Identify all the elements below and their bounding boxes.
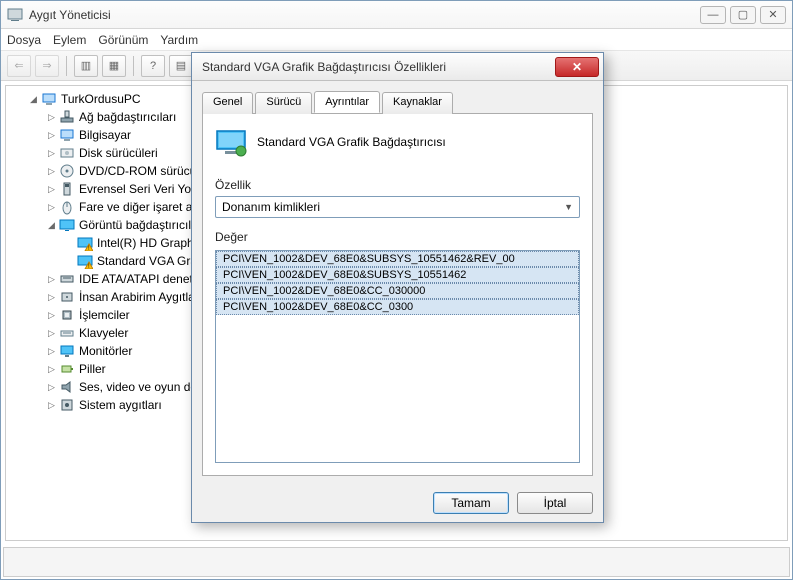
tree-root-label: TurkOrdusuPC — [61, 92, 141, 106]
network-icon — [59, 109, 75, 125]
device-name: Standard VGA Grafik Bağdaştırıcısı — [257, 135, 446, 149]
list-item[interactable]: PCI\VEN_1002&DEV_68E0&SUBSYS_10551462&RE… — [216, 251, 579, 267]
menu-action[interactable]: Eylem — [53, 33, 86, 47]
expand-icon[interactable]: ▷ — [46, 292, 57, 303]
dialog-button-row: Tamam İptal — [192, 484, 603, 522]
tabstrip: Genel Sürücü Ayrıntılar Kaynaklar — [202, 91, 593, 113]
menu-help[interactable]: Yardım — [160, 33, 198, 47]
mouse-icon — [59, 199, 75, 215]
expand-icon[interactable]: ▷ — [46, 202, 57, 213]
cancel-button[interactable]: İptal — [517, 492, 593, 514]
ok-button[interactable]: Tamam — [433, 492, 509, 514]
tree-category-label: İnsan Arabirim Aygıtları — [79, 290, 202, 304]
ide-icon — [59, 271, 75, 287]
value-label: Değer — [215, 230, 580, 244]
tree-category-label: Sistem aygıtları — [79, 398, 162, 412]
tab-details[interactable]: Ayrıntılar — [314, 91, 380, 113]
statusbar — [3, 547, 790, 577]
collapse-icon[interactable]: ◢ — [28, 94, 39, 105]
monitor-icon — [59, 343, 75, 359]
window-title: Aygıt Yöneticisi — [29, 8, 700, 22]
tree-category-label: Görüntü bağdaştırıcıları — [79, 218, 205, 232]
display-adapter-warn-icon: ! — [77, 235, 93, 251]
tab-driver[interactable]: Sürücü — [255, 92, 312, 114]
close-button[interactable]: ✕ — [760, 6, 786, 24]
tree-category-label: Bilgisayar — [79, 128, 131, 142]
tree-category-label: Disk sürücüleri — [79, 146, 158, 160]
value-listbox[interactable]: PCI\VEN_1002&DEV_68E0&SUBSYS_10551462&RE… — [215, 250, 580, 463]
titlebar: Aygıt Yöneticisi — ▢ ✕ — [1, 1, 792, 29]
device-header: Standard VGA Grafik Bağdaştırıcısı — [215, 126, 580, 158]
tab-resources[interactable]: Kaynaklar — [382, 92, 453, 114]
hid-icon — [59, 289, 75, 305]
show-hide-tree-button[interactable]: ▥ — [74, 55, 98, 77]
sound-icon — [59, 379, 75, 395]
collapse-icon[interactable]: ◢ — [46, 220, 57, 231]
expand-icon[interactable]: ▷ — [46, 112, 57, 123]
tree-category-label: İşlemciler — [79, 308, 130, 322]
tab-panel-details: Standard VGA Grafik Bağdaştırıcısı Özell… — [202, 113, 593, 476]
properties-button[interactable]: ▦ — [102, 55, 126, 77]
expand-icon[interactable]: ▷ — [46, 130, 57, 141]
dialog-close-button[interactable]: ✕ — [555, 57, 599, 77]
menu-view[interactable]: Görünüm — [98, 33, 148, 47]
computer-icon — [41, 91, 57, 107]
back-button: ⇐ — [7, 55, 31, 77]
minimize-button[interactable]: — — [700, 6, 726, 24]
property-label: Özellik — [215, 178, 580, 192]
expand-icon[interactable]: ▷ — [46, 274, 57, 285]
dialog-body: Genel Sürücü Ayrıntılar Kaynaklar Standa… — [192, 81, 603, 484]
list-item[interactable]: PCI\VEN_1002&DEV_68E0&SUBSYS_10551462 — [216, 267, 579, 283]
properties-dialog: Standard VGA Grafik Bağdaştırıcısı Özell… — [191, 52, 604, 523]
tree-blank — [64, 256, 75, 267]
tree-category-label: Monitörler — [79, 344, 132, 358]
dialog-titlebar: Standard VGA Grafik Bağdaştırıcısı Özell… — [192, 53, 603, 81]
expand-icon[interactable]: ▷ — [46, 364, 57, 375]
expand-icon[interactable]: ▷ — [46, 184, 57, 195]
expand-icon[interactable]: ▷ — [46, 400, 57, 411]
app-icon — [7, 7, 23, 23]
menu-file[interactable]: Dosya — [7, 33, 41, 47]
dvd-icon — [59, 163, 75, 179]
toolbar-separator — [66, 56, 67, 76]
list-item[interactable]: PCI\VEN_1002&DEV_68E0&CC_0300 — [216, 299, 579, 315]
expand-icon[interactable]: ▷ — [46, 382, 57, 393]
tree-blank — [64, 238, 75, 249]
tree-category-label: Piller — [79, 362, 106, 376]
forward-button: ⇒ — [35, 55, 59, 77]
property-combobox[interactable]: Donanım kimlikleri ▼ — [215, 196, 580, 218]
computer-icon — [59, 127, 75, 143]
system-icon — [59, 397, 75, 413]
toolbar-separator — [133, 56, 134, 76]
help-button[interactable]: ? — [141, 55, 165, 77]
display-adapter-warn-icon: ! — [77, 253, 93, 269]
display-adapter-large-icon — [215, 126, 247, 158]
expand-icon[interactable]: ▷ — [46, 328, 57, 339]
cpu-icon — [59, 307, 75, 323]
tab-general[interactable]: Genel — [202, 92, 253, 114]
expand-icon[interactable]: ▷ — [46, 346, 57, 357]
expand-icon[interactable]: ▷ — [46, 166, 57, 177]
refresh-button[interactable]: ▤ — [169, 55, 193, 77]
chevron-down-icon: ▼ — [564, 202, 573, 212]
usb-icon — [59, 181, 75, 197]
disk-icon — [59, 145, 75, 161]
battery-icon — [59, 361, 75, 377]
maximize-button[interactable]: ▢ — [730, 6, 756, 24]
window-buttons: — ▢ ✕ — [700, 6, 786, 24]
keyboard-icon — [59, 325, 75, 341]
dialog-title: Standard VGA Grafik Bağdaştırıcısı Özell… — [202, 60, 555, 74]
expand-icon[interactable]: ▷ — [46, 148, 57, 159]
display-adapter-icon — [59, 217, 75, 233]
tree-category-label: Klavyeler — [79, 326, 128, 340]
menubar: Dosya Eylem Görünüm Yardım — [1, 29, 792, 51]
expand-icon[interactable]: ▷ — [46, 310, 57, 321]
tree-category-label: Ağ bağdaştırıcıları — [79, 110, 176, 124]
property-selected-value: Donanım kimlikleri — [222, 200, 320, 214]
list-item[interactable]: PCI\VEN_1002&DEV_68E0&CC_030000 — [216, 283, 579, 299]
